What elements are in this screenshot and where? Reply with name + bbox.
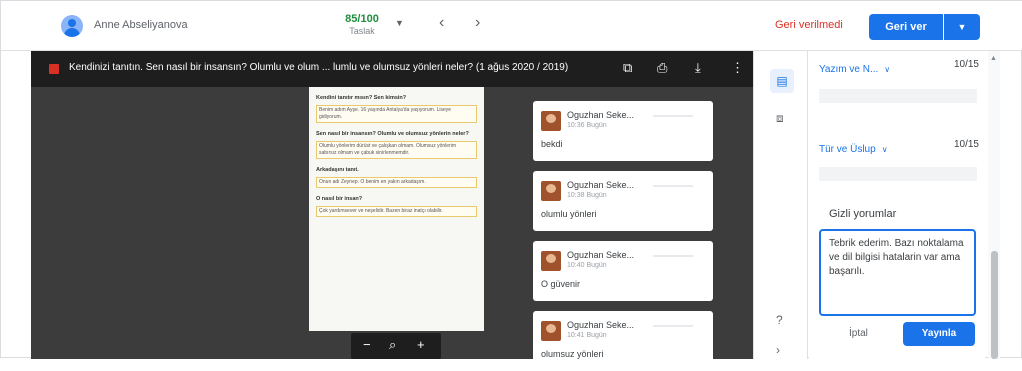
rubric-levels[interactable] (819, 167, 977, 181)
comment-list: Oguzhan Seke... 10:36 Bugün bekdi Oguzha… (533, 87, 713, 371)
comment-author: Oguzhan Seke... (567, 250, 635, 260)
page-question: Arkadaşını tanıt. (316, 167, 359, 173)
page-question: Sen nasıl bir insansın? Olumlu ve olumsu… (316, 131, 469, 137)
avatar (541, 111, 561, 131)
cancel-button[interactable]: İptal (849, 328, 868, 339)
grade-box[interactable]: 85/100 Taslak (337, 13, 387, 36)
rubric-levels[interactable] (819, 89, 977, 103)
comment-time: 10:40 Bugün (567, 262, 607, 269)
open-in-new-icon[interactable]: ⧉ (623, 60, 632, 76)
previous-student-icon[interactable]: ‹ (439, 14, 444, 32)
comment-time: 10:41 Bugün (567, 332, 607, 339)
student-avatar[interactable] (61, 15, 83, 37)
private-comment-input[interactable]: Tebrik ederim. Bazı noktalama ve dil bil… (819, 229, 976, 316)
private-comments-title: Gizli yorumlar (829, 208, 897, 220)
document-title: Kendinizi tanıtın. Sen nasıl bir insansı… (69, 62, 569, 73)
grade-status: Taslak (349, 26, 375, 36)
document-viewer: Kendinizi tanıtın. Sen nasıl bir insansı… (31, 51, 753, 371)
page-block: O nasıl bir insan? Çok yardımsever ve ne… (316, 196, 477, 217)
print-icon[interactable]: ⎙ (657, 60, 667, 76)
zoom-in-button[interactable]: + (417, 337, 425, 352)
files-icon[interactable]: ⧈ (776, 111, 784, 126)
rubric-criterion[interactable]: Yazım ve N... (819, 64, 878, 75)
comment-menu[interactable] (653, 255, 693, 257)
comment-text: bekdi (541, 139, 563, 149)
page-answer[interactable]: Olumlu yönlerim dürüst ve çalışkan olmam… (316, 141, 477, 159)
student-name[interactable]: Anne Abseliyanova (94, 19, 188, 31)
rubric-criterion[interactable]: Tür ve Üslup (819, 144, 876, 155)
next-student-icon[interactable]: › (475, 14, 480, 32)
rubric-row[interactable]: Yazım ve N... ∨ 10/15 (819, 59, 979, 77)
zoom-controls: − ⌕ + (351, 333, 441, 359)
scroll-up-icon[interactable]: ▲ (990, 55, 997, 62)
grading-panel-icon[interactable]: ▤ (770, 69, 794, 93)
page-block: Arkadaşını tanıt. Onun adı Zeynep. O ben… (316, 167, 477, 188)
comment-text: O güvenir (541, 279, 581, 289)
comment-menu[interactable] (653, 185, 693, 187)
zoom-out-button[interactable]: − (363, 337, 371, 352)
avatar (541, 321, 561, 341)
scroll-thumb[interactable] (991, 251, 998, 359)
comment-card[interactable]: Oguzhan Seke... 10:38 Bugün olumlu yönle… (533, 171, 713, 231)
comment-menu[interactable] (653, 115, 693, 117)
comment-card[interactable]: Oguzhan Seke... 10:41 Bugün olumsuz yönl… (533, 311, 713, 371)
comment-card[interactable]: Oguzhan Seke... 10:36 Bugün bekdi (533, 101, 713, 161)
comment-card[interactable]: Oguzhan Seke... 10:40 Bugün O güvenir (533, 241, 713, 301)
page-answer[interactable]: Çok yardımsever ve neşelidir. Bazen bira… (316, 206, 477, 217)
comment-author: Oguzhan Seke... (567, 320, 635, 330)
classroom-grading-window: Anne Abseliyanova 85/100 Taslak ▼ ‹ › Ge… (0, 0, 1022, 371)
rubric-row[interactable]: Tür ve Üslup ∨ 10/15 (819, 139, 979, 157)
page-question: Kendini tanıtır mısın? Sen kimsin? (316, 95, 407, 101)
search-icon[interactable]: ⌕ (389, 337, 396, 353)
page-question: O nasıl bir insan? (316, 196, 363, 202)
comment-author: Oguzhan Seke... (567, 110, 635, 120)
chevron-down-icon[interactable]: ∨ (884, 65, 890, 74)
chevron-down-icon[interactable]: ∨ (882, 145, 888, 154)
comment-text: olumlu yönleri (541, 209, 597, 219)
caret-down-icon[interactable]: ▼ (395, 18, 404, 28)
post-button[interactable]: Yayınla (903, 322, 975, 346)
return-status-link[interactable]: Geri verilmedi (775, 19, 843, 31)
comment-author: Oguzhan Seke... (567, 180, 635, 190)
document-page: Kendini tanıtır mısın? Sen kimsin? Benim… (309, 87, 484, 331)
panel-scrollbar[interactable]: ▲ (988, 51, 1000, 359)
chevron-right-icon[interactable]: › (776, 343, 780, 357)
return-more-button[interactable]: ▼ (944, 14, 980, 40)
page-answer[interactable]: Onun adı Zeynep. O benim en yakın arkada… (316, 177, 477, 188)
viewer-toolbar: Kendinizi tanıtın. Sen nasıl bir insansı… (31, 51, 753, 87)
page-answer[interactable]: Benim adım Ayşe. 16 yaşında Antalya'da y… (316, 105, 477, 123)
grade-value[interactable]: 85/100 (337, 13, 387, 25)
download-icon[interactable]: ⤓ (695, 60, 701, 76)
page-block: Sen nasıl bir insansın? Olumlu ve olumsu… (316, 131, 477, 159)
avatar (541, 181, 561, 201)
top-bar: Anne Abseliyanova 85/100 Taslak ▼ ‹ › Ge… (1, 1, 1022, 51)
comment-menu[interactable] (653, 325, 693, 327)
rubric-score: 10/15 (953, 139, 979, 150)
return-button[interactable]: Geri ver (869, 14, 943, 40)
rubric-score: 10/15 (953, 59, 979, 70)
avatar (541, 251, 561, 271)
side-rail: ▤ ⧈ ? › (753, 51, 808, 359)
document-icon (49, 64, 59, 74)
help-icon[interactable]: ? (776, 313, 783, 327)
comment-time: 10:38 Bugün (567, 192, 607, 199)
grading-panel: Yazım ve N... ∨ 10/15 Tür ve Üslup ∨ 10/15… (809, 51, 985, 359)
comment-time: 10:36 Bugün (567, 122, 607, 129)
page-block: Kendini tanıtır mısın? Sen kimsin? Benim… (316, 95, 477, 123)
more-options-icon[interactable]: ⋮ (731, 60, 744, 76)
